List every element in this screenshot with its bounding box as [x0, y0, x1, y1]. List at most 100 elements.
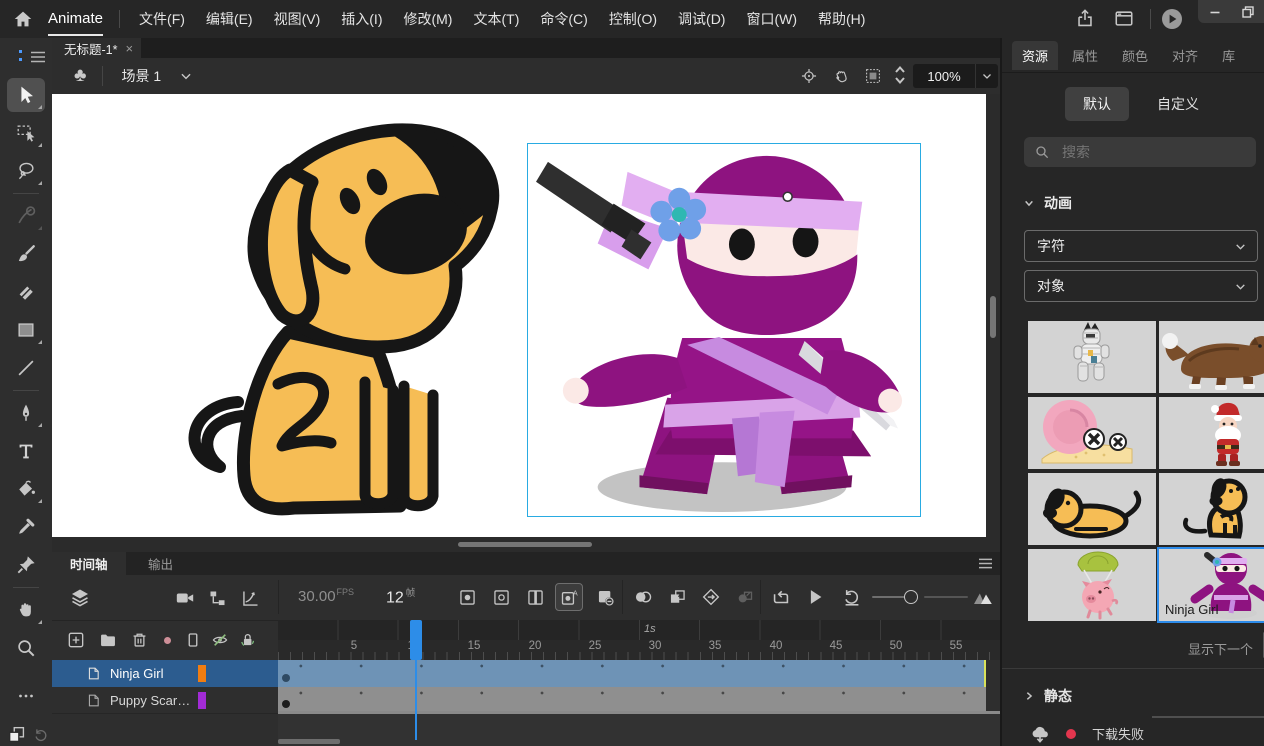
mode-default-button[interactable]: 默认 — [1065, 87, 1129, 121]
frame-picker-button[interactable] — [731, 584, 757, 610]
close-icon[interactable]: × — [125, 41, 133, 56]
stage-canvas[interactable] — [52, 94, 986, 537]
tab-properties[interactable]: 属性 — [1062, 41, 1108, 70]
timeline-zoom-slider-knob[interactable] — [904, 590, 918, 604]
test-movie-play-icon[interactable] — [1160, 7, 1184, 31]
insert-blank-keyframe-button[interactable] — [488, 584, 514, 610]
eyedropper-tool[interactable] — [7, 510, 45, 544]
zoom-stepper[interactable] — [894, 65, 906, 85]
play-button[interactable] — [802, 584, 828, 610]
brush-tool[interactable] — [7, 237, 45, 271]
menu-insert[interactable]: 插入(I) — [336, 0, 387, 38]
main-scene-icon[interactable]: ♣ — [74, 65, 86, 87]
layer-row-ninja[interactable]: Ninja Girl — [52, 660, 278, 687]
asset-thumbnail-puppy-sitting[interactable] — [1159, 473, 1264, 545]
center-stage-icon[interactable] — [800, 67, 818, 85]
keyframe-dot[interactable] — [282, 700, 290, 708]
tab-timeline[interactable]: 时间轴 — [52, 552, 126, 575]
zoom-level-field[interactable]: 100% — [913, 64, 975, 88]
menu-debug[interactable]: 调试(D) — [673, 0, 730, 38]
tab-output[interactable]: 输出 — [132, 552, 189, 575]
asset-thumbnail-ninja-girl[interactable]: Ninja Girl — [1159, 549, 1264, 621]
delete-layer-button[interactable] — [130, 630, 149, 650]
menu-text[interactable]: 文本(T) — [468, 0, 524, 38]
canvas-vscrollbar[interactable] — [986, 94, 1000, 537]
app-menu-animate[interactable]: Animate — [48, 0, 103, 38]
outline-view-button[interactable] — [184, 631, 202, 649]
character-dropdown[interactable]: 字符 — [1024, 230, 1258, 262]
asset-thumbnail-puppy-lying[interactable] — [1028, 473, 1156, 545]
tab-assets[interactable]: 资源 — [1012, 41, 1058, 70]
paint-bucket-tool[interactable] — [7, 472, 45, 506]
loop-playback-button[interactable] — [768, 584, 794, 610]
create-tween-button[interactable] — [698, 584, 724, 610]
tab-align[interactable]: 对齐 — [1162, 41, 1208, 70]
asset-thumbnail-santa[interactable] — [1159, 397, 1264, 469]
swap-colors-icon[interactable] — [6, 724, 28, 746]
layer-color-swatch[interactable] — [198, 692, 206, 709]
rotate-icon[interactable] — [32, 726, 50, 744]
menu-window[interactable]: 窗口(W) — [741, 0, 802, 38]
zoom-tool[interactable] — [7, 631, 45, 665]
onion-skin-button[interactable] — [630, 584, 656, 610]
layer-row-puppy[interactable]: Puppy Scar… — [52, 687, 278, 714]
frame-size-icon[interactable] — [970, 584, 996, 610]
frame-graph-icon[interactable] — [240, 588, 261, 609]
menu-command[interactable]: 命令(C) — [535, 0, 592, 38]
frame-span-ninja[interactable] — [278, 660, 986, 688]
mode-custom-button[interactable]: 自定义 — [1153, 87, 1203, 121]
pen-tool[interactable] — [7, 396, 45, 430]
text-tool[interactable] — [7, 434, 45, 468]
more-tools-button[interactable] — [7, 679, 45, 713]
canvas-hscrollbar[interactable] — [52, 537, 1000, 552]
menu-help[interactable]: 帮助(H) — [813, 0, 870, 38]
search-input[interactable] — [1060, 143, 1234, 161]
asset-thumbnail-wolf[interactable] — [1159, 321, 1264, 393]
download-cloud-icon[interactable] — [1030, 725, 1050, 743]
eraser-tool[interactable] — [7, 275, 45, 309]
edit-multiple-frames-button[interactable] — [664, 584, 690, 610]
asset-thumbnail-pig-parachute[interactable] — [1028, 549, 1156, 621]
puppy-artwork[interactable] — [160, 100, 508, 528]
timeline-panel-menu-icon[interactable] — [978, 557, 993, 570]
playhead-marker[interactable] — [410, 620, 422, 660]
minimize-button[interactable] — [1208, 5, 1222, 19]
menu-control[interactable]: 控制(O) — [604, 0, 662, 38]
fluid-brush-tool[interactable] — [7, 199, 45, 233]
animation-section-header[interactable]: 动画 — [1024, 193, 1264, 213]
object-dropdown[interactable]: 对象 — [1024, 270, 1258, 302]
share-icon[interactable] — [1074, 8, 1096, 30]
home-icon[interactable] — [12, 8, 34, 30]
tab-color[interactable]: 颜色 — [1112, 41, 1158, 70]
vscrollbar-thumb[interactable] — [990, 296, 996, 338]
new-layer-button[interactable] — [66, 630, 86, 650]
layer-color-swatch[interactable] — [198, 665, 206, 682]
workspace-icon[interactable] — [1113, 9, 1135, 29]
keyframe-dot[interactable] — [282, 674, 290, 682]
highlight-layer-dot[interactable] — [164, 637, 171, 644]
document-tab[interactable]: 无标题-1* × — [52, 38, 141, 58]
selection-tool[interactable] — [7, 78, 45, 112]
ninja-artwork[interactable] — [528, 144, 920, 516]
show-next-link[interactable]: 显示下一个 — [1188, 639, 1253, 658]
menu-file[interactable]: 文件(F) — [134, 0, 190, 38]
static-section-header[interactable]: 静态 — [1024, 686, 1072, 706]
rotation-hand-icon[interactable] — [832, 67, 851, 86]
lasso-tool[interactable] — [7, 154, 45, 188]
restore-button[interactable] — [1241, 5, 1255, 19]
asset-thumbnail-mummy[interactable] — [1028, 321, 1156, 393]
camera-icon[interactable] — [174, 588, 196, 608]
auto-keyframe-button[interactable]: A — [555, 583, 583, 611]
new-folder-button[interactable] — [98, 631, 118, 649]
subselection-tool[interactable] — [7, 116, 45, 150]
layer-parenting-icon[interactable] — [207, 588, 228, 609]
insert-frame-button[interactable] — [522, 584, 548, 610]
clip-content-icon[interactable] — [864, 67, 882, 85]
menu-modify[interactable]: 修改(M) — [398, 0, 457, 38]
selection-bounding-box[interactable] — [527, 143, 921, 517]
hide-layers-eye-icon[interactable] — [210, 631, 230, 649]
timeline-hscrollbar-thumb[interactable] — [278, 739, 340, 744]
hscrollbar-thumb[interactable] — [458, 542, 592, 547]
zoom-dropdown-button[interactable] — [975, 64, 998, 88]
tab-library[interactable]: 库 — [1212, 41, 1245, 70]
